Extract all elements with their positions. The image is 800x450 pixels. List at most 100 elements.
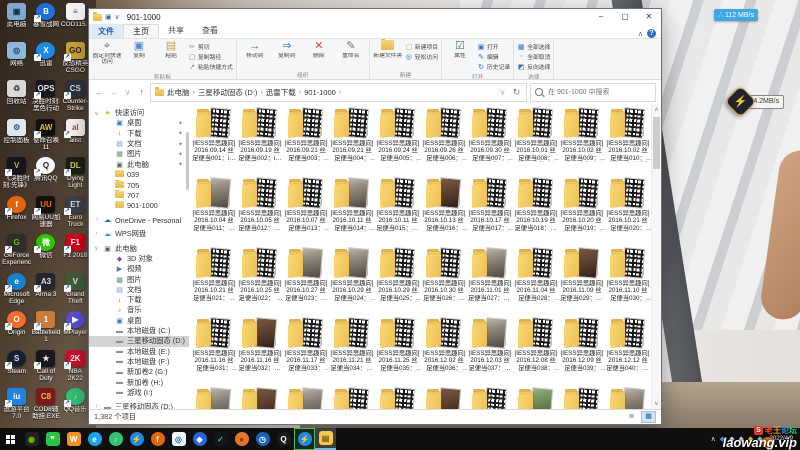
nav-item-图片[interactable]: ▦ 图片 [89, 274, 189, 284]
ribbon-button-编辑[interactable]: ✎ 编辑 [477, 52, 510, 62]
files-scrollbar[interactable]: ∧ ∨ [651, 104, 661, 409]
desktop-icon-14[interactable]: DL ↗ Dying Light [61, 157, 90, 196]
file-item[interactable]: [IESS异思趣向] 2016.10.21 丝足便当021：羊羊 [80P-34… [191, 246, 237, 316]
nav-item-OneDrive - Personal[interactable]: › ☁ OneDrive - Personal [89, 215, 189, 225]
file-item[interactable] [237, 386, 283, 409]
address-dropdown-icon[interactable]: ∨ [497, 87, 508, 98]
desktop-icon-10[interactable]: AW ↗ 使命召唤11 [31, 118, 60, 158]
ribbon-button-新建文件夹[interactable]: 新建文件夹 [373, 39, 403, 59]
desktop-icon-20[interactable]: F1 ↗ F1 2018 [61, 234, 90, 273]
desktop-icon-29[interactable]: 2K ↗ NBA 2K22 [61, 349, 90, 389]
file-item[interactable]: [IESS异思趣向] 2016.09.21 丝足便当003：《丝袜与运动鞋》..… [283, 106, 329, 176]
search-input[interactable] [546, 87, 651, 97]
file-item[interactable] [513, 386, 559, 409]
ribbon-button-移动到[interactable]: → 移动到 [240, 40, 270, 59]
desktop-icon-0[interactable]: ▣ 此电脑 [2, 3, 31, 42]
tray-qq-tray-icon[interactable]: ◆ [748, 435, 753, 443]
nav-item-图片[interactable]: ▦ 图片 ✦ [89, 149, 189, 159]
ribbon-collapse-icon[interactable]: ∧ [638, 30, 643, 38]
file-item[interactable]: [IESS异思趣向] 2016.12.02 丝足便当036：《欧神的灰趾薄黑..… [421, 316, 467, 386]
file-item[interactable]: [IESS异思趣向] 2016.10.04 丝足便当011：恒恒 [99P81M… [191, 176, 237, 246]
taskbar-clock[interactable]: 2022/4/9 [767, 436, 796, 443]
nav-item-游戏 (I:)[interactable]: ▬ 游戏 (I:) [89, 388, 189, 398]
details-view-button[interactable]: ≣ [624, 411, 639, 423]
nav-item-此电脑[interactable]: ∨ ▣ 此电脑 [89, 244, 189, 254]
file-item[interactable]: [IESS异思趣向] 2016.11.21 丝足便当034：《ES8系列-yok… [329, 316, 375, 386]
refresh-icon[interactable]: ↻ [511, 87, 522, 98]
file-item[interactable]: [IESS异思趣向] 2016.09.30 丝足便当007：《丝足电脑与牛仔..… [467, 106, 513, 176]
taskbar-icon-xunlei-running[interactable]: ⚡ [294, 428, 315, 450]
nav-item-本地磁盘 (F:)[interactable]: ▬ 本地磁盘 (F:) [89, 357, 189, 367]
ribbon-button-轻松访问[interactable]: ◎ 轻松访问 [405, 52, 438, 62]
file-item[interactable]: [IESS异思趣向] 2016.10.07 丝足便当013：《灰丝》抚媚阿[66… [283, 176, 329, 246]
thumbnails-view-button[interactable]: ▦ [641, 411, 656, 423]
breadcrumb-迅雷下载[interactable]: 迅雷下载 [266, 87, 296, 98]
desktop-icon-19[interactable]: 微 ↗ 微信 [31, 234, 60, 273]
file-item[interactable] [559, 386, 605, 409]
taskbar-icon-xunlei[interactable]: ⚡ [126, 428, 147, 450]
tray-usb-tray-icon[interactable]: ◆ [738, 435, 743, 443]
file-item[interactable] [375, 386, 421, 409]
file-item[interactable]: [IESS异思趣向] 2016.12.03 丝足便当037：《SASA球鞋肉丝.… [467, 316, 513, 386]
file-item[interactable]: [IESS异思趣向] 2016.10.30 丝足便当026：肉丝超短裙 SASA… [421, 246, 467, 316]
file-item[interactable] [605, 386, 651, 409]
history-dropdown-icon[interactable]: ∨ [122, 87, 133, 98]
desktop-icon-11[interactable]: al ↗ alist [61, 118, 90, 158]
ribbon-button-打开[interactable]: ▣ 打开 [477, 42, 510, 52]
hidden-icons-chevron-icon[interactable]: ∧ [711, 435, 716, 443]
nav-item-桌面[interactable]: ▣ 桌面 [89, 316, 189, 326]
file-item[interactable] [191, 386, 237, 409]
taskbar-icon-qq[interactable]: Q [273, 428, 294, 450]
desktop-icon-22[interactable]: A3 ↗ Arma 3 [31, 272, 60, 312]
file-item[interactable]: [IESS异思趣向] 2016.10.05 丝足便当012：《hi~~SASA》… [237, 176, 283, 246]
file-item[interactable]: [IESS异思趣向] 2016.09.19 丝足便当002：iess王牌丝足女主… [237, 106, 283, 176]
up-icon[interactable]: ↑ [136, 87, 147, 97]
desktop-icon-21[interactable]: e ↗ Microsoft Edge [2, 272, 31, 312]
ribbon-button-复制[interactable]: ▣ 复制 [124, 40, 154, 59]
scroll-up-icon[interactable]: ∧ [652, 106, 661, 113]
ribbon-button-属性[interactable]: ☑ 属性 [445, 40, 475, 59]
desktop-icon-4[interactable]: X ↗ 迅雷 [31, 41, 60, 81]
desktop-icon-13[interactable]: Q ↗ 腾讯QQ [31, 157, 60, 196]
file-item[interactable]: [IESS异思趣向] 2016.12.08 丝足便当038：《天上人间1-小夕.… [513, 316, 559, 386]
file-item[interactable]: [IESS异思趣向] 2016.09.21 丝足便当004：《高跟鞋的丝足梦..… [329, 106, 375, 176]
nav-item-此电脑[interactable]: ▣ 此电脑 ✦ [89, 159, 189, 169]
taskbar-icon-edge[interactable]: e [84, 428, 105, 450]
taskbar-icon-nvidia[interactable]: ◉ [21, 428, 42, 450]
nav-item-文档[interactable]: ▤ 文档 [89, 285, 189, 295]
nav-item-三星移动固态 (D:)[interactable]: › ▬ 三星移动固态 (D:) [89, 402, 189, 409]
file-item[interactable]: [IESS异思趣向] 2016.09.26 丝足便当006：《肉色凉鞋袜》含..… [421, 106, 467, 176]
desktop-icon-27[interactable]: S ↗ Steam [2, 349, 31, 389]
taskbar-icon-file-explorer[interactable]: ▤ [315, 428, 336, 450]
tree-chevron-icon[interactable]: › [93, 217, 100, 223]
file-item[interactable]: [IESS异思趣向] 2016.10.02 丝足便当010：《薄月女主播的丝..… [605, 106, 651, 176]
desktop-icon-25[interactable]: 1 ↗ Battlefield 1 [31, 311, 60, 350]
ribbon-button-固定到快速访问[interactable]: ⌖ 固定到快速访问 [92, 40, 122, 65]
desktop-icon-7[interactable]: OPS↗决胜时刻:黑色行动冷战 [31, 80, 60, 119]
nav-item-音乐[interactable]: ♪ 音乐 [89, 305, 189, 315]
nav-item-本地磁盘 (C:)[interactable]: ▬ 本地磁盘 (C:) [89, 326, 189, 336]
file-item[interactable]: [IESS异思趣向] 2016.10.13 丝足便当016：《阳光下的薄黑花..… [421, 176, 467, 246]
taskbar-icon-firefox[interactable]: f [147, 428, 168, 450]
file-item[interactable]: [IESS异思趣向] 2016.12.09 丝足便当039：《梦幻黑丝和短靴..… [559, 316, 605, 386]
file-item[interactable]: [IESS异思趣向] 2016.10.29 丝足便当025：《职业白领肉丝诱..… [375, 246, 421, 316]
title-bar[interactable]: ▣ ∨ 901-1000 – ▢ ✕ [89, 9, 661, 25]
nav-item-新加卷 (H:)[interactable]: ▬ 新加卷 (H:) [89, 377, 189, 387]
taskbar-icon-whiteblue[interactable]: ◎ [168, 428, 189, 450]
minimize-button[interactable]: – [589, 9, 613, 25]
tree-chevron-icon[interactable]: ∨ [93, 110, 100, 117]
xunlei-speed-widget[interactable]: ⚡ 4.2MB/s [724, 85, 784, 118]
ribbon-button-剪切[interactable]: ✂ 剪切 [188, 42, 233, 52]
nav-item-下载[interactable]: ↓ 下载 ✦ [89, 129, 189, 139]
desktop-icon-32[interactable]: ♪ ↗ QQ音乐 [61, 388, 90, 427]
desktop-icon-23[interactable]: V↗Grand Theft Auto V [61, 272, 90, 312]
scrollbar-thumb[interactable] [653, 117, 660, 169]
file-item[interactable]: [IESS异思趣向] 2016.11.16 丝足便当031：《弱水三千》SASA… [191, 316, 237, 386]
file-item[interactable]: [IESS异思趣向] 2016.10.25 丝足便当022： [60P-64M] [237, 246, 283, 316]
taskbar-icon-blueapp[interactable]: ◆ [189, 428, 210, 450]
nav-item-新加卷2 (G:)[interactable]: ▬ 新加卷2 (G:) [89, 367, 189, 377]
file-item[interactable]: [IESS异思趣向] 2016.10.20 丝足便当019：《黑色记忆》小粉..… [559, 176, 605, 246]
desktop-icon-26[interactable]: ▶ ↗ MPlayer [61, 311, 90, 350]
file-item[interactable]: [IESS异思趣向] 2016.11.01 丝足便当027：ES8魅力天津大球鞋… [467, 246, 513, 316]
file-item[interactable]: [IESS异思趣向] 2016.10.29 丝足便当024：《职业白领肉丝诱..… [329, 246, 375, 316]
